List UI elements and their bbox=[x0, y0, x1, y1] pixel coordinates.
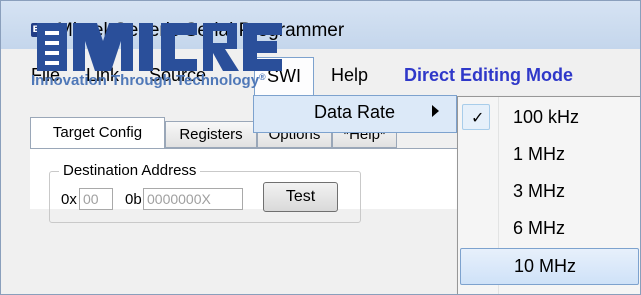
submenu-item-label: 6 MHz bbox=[513, 218, 566, 238]
checkmark-icon: ✓ bbox=[471, 108, 485, 127]
submenu-item-100khz[interactable]: ✓ 100 kHz bbox=[458, 100, 640, 137]
data-rate-submenu: ✓ 100 kHz 1 MHz 3 MHz 6 MHz 10 MHz bbox=[457, 96, 640, 294]
registered-mark: ® bbox=[259, 72, 266, 82]
submenu-item-label: 1 MHz bbox=[513, 144, 566, 164]
menu-help[interactable]: Help bbox=[331, 65, 368, 86]
submenu-item-10mhz[interactable]: 10 MHz bbox=[460, 248, 639, 285]
app-window: EM Micrel Generic Serial Programmer File… bbox=[0, 0, 641, 295]
submenu-item-3mhz[interactable]: 3 MHz bbox=[458, 174, 640, 211]
destination-address-title: Destination Address bbox=[59, 162, 201, 179]
hex-address-input[interactable]: 00 bbox=[79, 188, 113, 210]
submenu-item-6mhz[interactable]: 6 MHz bbox=[458, 211, 640, 248]
direct-editing-mode-label: Direct Editing Mode bbox=[404, 65, 574, 85]
binary-address-input[interactable]: 0000000X bbox=[143, 188, 243, 210]
tagline-text: Innovation Through Technology bbox=[31, 72, 260, 89]
tab-registers[interactable]: Registers bbox=[165, 121, 257, 148]
test-button[interactable]: Test bbox=[263, 182, 338, 212]
tab-target-config[interactable]: Target Config bbox=[30, 117, 165, 149]
data-rate-label: Data Rate bbox=[314, 102, 396, 122]
checkmark-box: ✓ bbox=[462, 104, 490, 130]
submenu-item-label: 100 kHz bbox=[513, 107, 580, 127]
logo-tagline: Innovation Through Technology® bbox=[31, 72, 266, 89]
submenu-item-label: 3 MHz bbox=[513, 181, 566, 201]
submenu-item-label: 10 MHz bbox=[514, 256, 577, 276]
bin-prefix-label: 0b bbox=[125, 191, 142, 208]
submenu-arrow-icon bbox=[432, 105, 439, 117]
menu-item-data-rate[interactable]: Data Rate bbox=[253, 95, 457, 133]
micrel-logo bbox=[37, 23, 282, 71]
submenu-item-1mhz[interactable]: 1 MHz bbox=[458, 137, 640, 174]
hex-prefix-label: 0x bbox=[61, 191, 77, 208]
